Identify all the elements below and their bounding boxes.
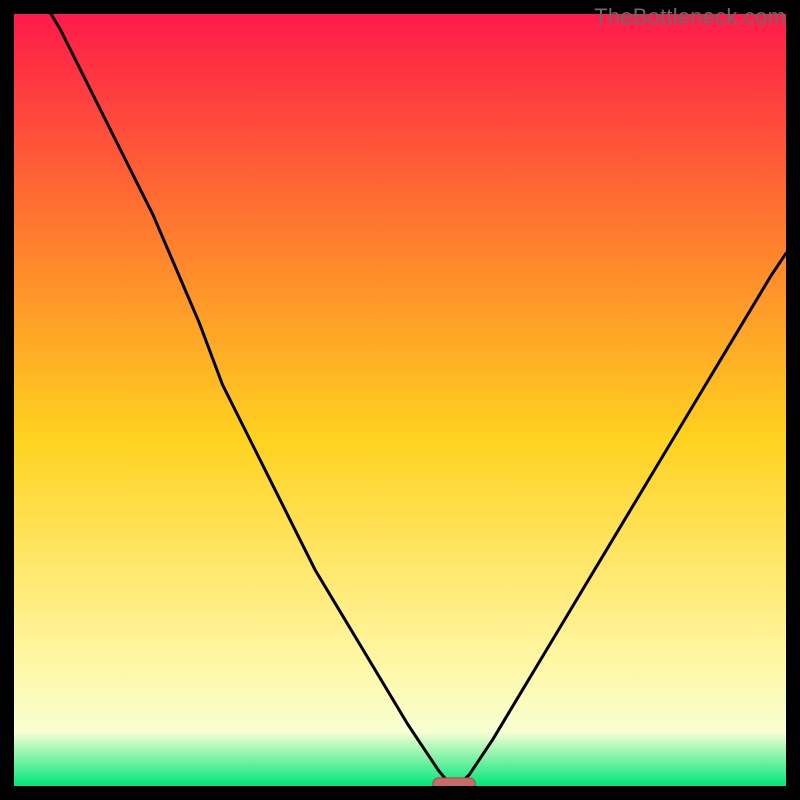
optimum-marker — [433, 778, 475, 786]
gradient-background — [14, 14, 786, 786]
watermark-text: TheBottleneck.com — [594, 4, 786, 30]
bottleneck-chart — [14, 14, 786, 786]
chart-frame — [14, 14, 786, 786]
